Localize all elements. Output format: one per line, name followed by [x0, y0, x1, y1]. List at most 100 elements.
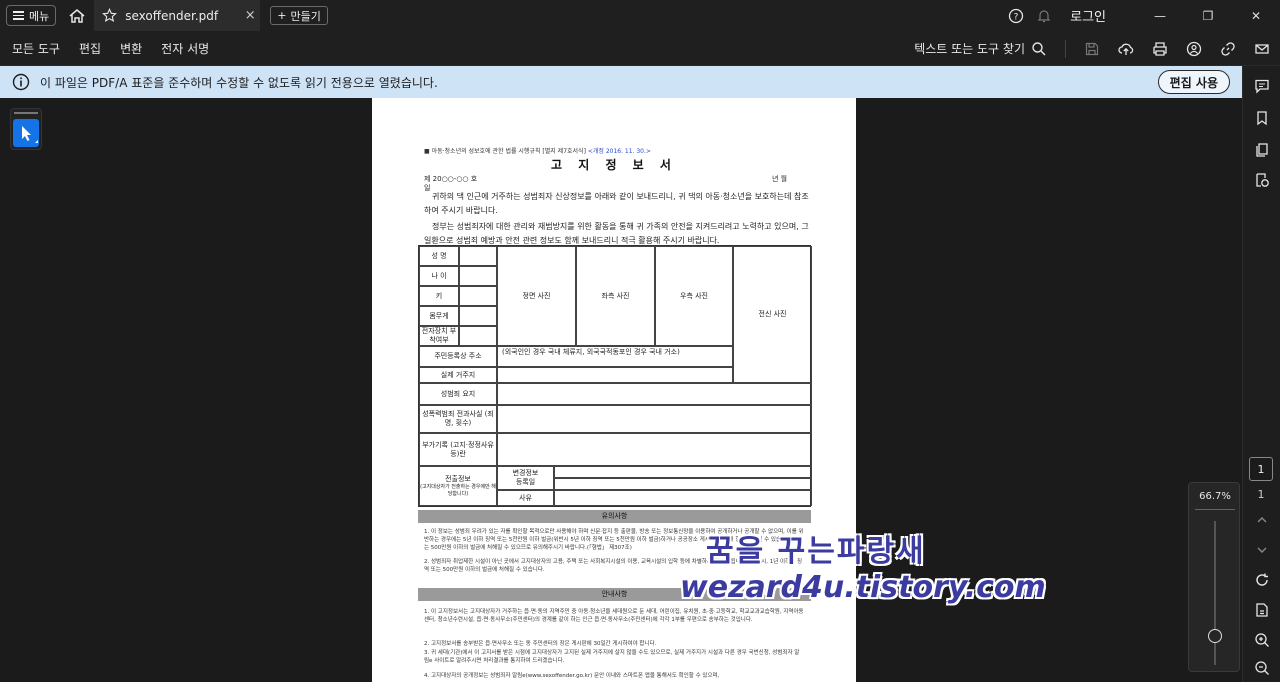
label-reason: 사유	[497, 490, 554, 506]
tool-convert[interactable]: 변환	[120, 40, 142, 57]
label-transfer-info: 전출정보 (고지대상자가 전출하는 경우에만 해당합니다)	[419, 466, 497, 506]
attachment-scan-icon[interactable]	[1254, 172, 1270, 188]
plus-icon: +	[277, 9, 287, 22]
label-crime-summary: 성범죄 요지	[419, 383, 497, 405]
photo-left: 좌측 사진	[576, 246, 655, 346]
enable-editing-button[interactable]: 편집 사용	[1157, 70, 1230, 94]
registered-address-note: (외국인인 경우 국내 체류지, 외국국적동포인 경우 국내 거소)	[497, 346, 733, 367]
value-additional-record	[497, 433, 812, 466]
toolbar-right: 텍스트 또는 도구 찾기	[914, 31, 1270, 66]
svg-text:?: ?	[1014, 12, 1019, 22]
star-icon[interactable]	[102, 8, 118, 23]
zoom-panel: 66.7%	[1188, 482, 1240, 672]
title-bar-right: ? 로그인 — ❐ ✕	[1008, 0, 1280, 31]
maximize-button[interactable]: ❐	[1184, 0, 1232, 31]
help-icon[interactable]: ?	[1008, 8, 1024, 24]
total-pages: 1	[1257, 488, 1265, 501]
value-changed-info	[554, 466, 812, 478]
readonly-message: 이 파일은 PDF/A 표준을 준수하며 수정할 수 없도록 읽기 전용으로 열…	[40, 75, 438, 90]
caution-section-title: 유의사항	[418, 510, 811, 523]
pages-icon[interactable]	[1254, 142, 1270, 158]
value-weight	[459, 306, 497, 326]
photo-front: 정면 사진	[497, 246, 576, 346]
guide-item-2: 2. 고지정보서를 송부받은 읍·면사무소 또는 동 주민센터의 장은 게시판에…	[424, 641, 657, 647]
label-weight: 몸무게	[419, 306, 459, 326]
form-revision: <개정 2016. 11. 30.>	[587, 148, 651, 155]
label-changed-info: 변경정보	[512, 469, 539, 477]
tab-title: sexoffender.pdf	[125, 8, 219, 23]
photo-full: 전신 사진	[733, 246, 812, 383]
link-icon[interactable]	[1220, 41, 1236, 57]
title-bar: 메뉴 sexoffender.pdf × + 만들기 ? 로그인 — ❐ ✕	[0, 0, 1280, 31]
cloud-upload-icon[interactable]	[1118, 41, 1134, 57]
changed-info-cell: 변경정보 등록일	[497, 466, 554, 490]
label-device: 전자장치 부착여부	[419, 326, 459, 346]
close-button[interactable]: ✕	[1232, 0, 1280, 31]
search-icon[interactable]	[1031, 41, 1047, 57]
menu-button[interactable]: 메뉴	[6, 5, 57, 26]
photo-right: 우측 사진	[655, 246, 733, 346]
value-height	[459, 286, 497, 306]
select-tool-active	[13, 119, 39, 147]
pdf-viewer-app: 메뉴 sexoffender.pdf × + 만들기 ? 로그인 — ❐ ✕ 모…	[0, 0, 1280, 682]
value-name	[459, 246, 497, 266]
form-header-text: ■ 아동·청소년의 성보호에 관한 법률 시행규칙 [별지 제7호서식]	[424, 148, 586, 155]
comment-icon[interactable]	[1254, 78, 1270, 94]
document-title: 고 지 정 보 서	[551, 158, 677, 172]
search-tools-label[interactable]: 텍스트 또는 도구 찾기	[914, 40, 1025, 57]
info-icon	[12, 73, 30, 91]
tool-all-tools[interactable]: 모든 도구	[12, 40, 60, 57]
info-form-table: 성 명 나 이 키 몸무게 전자장치 부착여부 정면 사진 좌측 사진 우측 사…	[418, 245, 812, 507]
value-reason	[554, 490, 812, 506]
govt-paragraph: 정부는 성범죄자에 대한 관리와 재범방지를 위한 활동을 통해 귀 가족의 안…	[424, 222, 809, 245]
cursor-arrow-icon	[22, 126, 38, 143]
value-age	[459, 266, 497, 286]
toolbar-divider	[1065, 39, 1066, 58]
new-label: 만들기	[290, 9, 321, 23]
chevron-down-icon[interactable]	[1254, 542, 1270, 558]
current-page-input[interactable]: 1	[1249, 457, 1273, 481]
guide-item-3: 3. 귀 세대(기관)에서 이 고지서를 받은 시점에 고지대상자가 고지된 실…	[424, 650, 800, 664]
rotate-icon[interactable]	[1254, 572, 1270, 588]
save-icon[interactable]	[1084, 41, 1100, 57]
label-registered-address: 주민등록상 주소	[419, 346, 497, 367]
guide-item-4: 4. 고지대상자의 공개정보는 성범죄자 알림e(www.sexoffender…	[424, 673, 720, 679]
menu-label: 메뉴	[29, 9, 50, 23]
label-name: 성 명	[419, 246, 459, 266]
select-tool-button[interactable]	[10, 108, 42, 150]
new-button[interactable]: + 만들기	[270, 6, 328, 25]
value-device	[459, 326, 497, 346]
login-button[interactable]: 로그인	[1070, 6, 1106, 25]
watermark-url: wezard4u.tistory.com	[680, 570, 1046, 605]
label-crime-history: 성폭력범죄 전과사실 (죄명, 횟수)	[419, 405, 497, 433]
tab-close-icon[interactable]: ×	[240, 8, 260, 23]
main-toolbar: 모든 도구 편집 변환 전자 서명 텍스트 또는 도구 찾기	[0, 31, 1280, 66]
bookmark-icon[interactable]	[1254, 110, 1270, 126]
label-actual-address: 실제 거주지	[419, 367, 497, 383]
value-registration-date	[554, 478, 812, 490]
document-date: 년 월	[772, 175, 788, 183]
tool-esign[interactable]: 전자 서명	[161, 40, 209, 57]
document-number: 제 20○○-○○ 호	[424, 175, 478, 183]
mail-icon[interactable]	[1254, 41, 1270, 57]
value-crime-summary	[497, 383, 812, 405]
zoom-value[interactable]: 66.7%	[1195, 491, 1235, 502]
zoom-out-icon[interactable]	[1254, 660, 1270, 676]
document-tab[interactable]: sexoffender.pdf ×	[94, 0, 261, 31]
label-height: 키	[419, 286, 459, 306]
label-age: 나 이	[419, 266, 459, 286]
label-registration-date: 등록일	[515, 478, 536, 486]
page-setup-icon[interactable]	[1254, 602, 1270, 618]
chevron-up-icon[interactable]	[1254, 512, 1270, 528]
tool-edit[interactable]: 편집	[79, 40, 101, 57]
label-additional-record: 부가기록 (고지·정정사유 등)란	[419, 433, 497, 466]
bell-icon[interactable]	[1036, 8, 1052, 24]
minimize-button[interactable]: —	[1136, 0, 1184, 31]
print-icon[interactable]	[1152, 41, 1168, 57]
share-user-icon[interactable]	[1186, 41, 1202, 57]
transfer-info-title: 전출정보	[445, 474, 471, 483]
zoom-slider-handle[interactable]	[1208, 629, 1222, 643]
zoom-slider-track[interactable]	[1214, 521, 1216, 665]
home-icon[interactable]	[68, 7, 86, 25]
zoom-in-icon[interactable]	[1254, 632, 1270, 648]
